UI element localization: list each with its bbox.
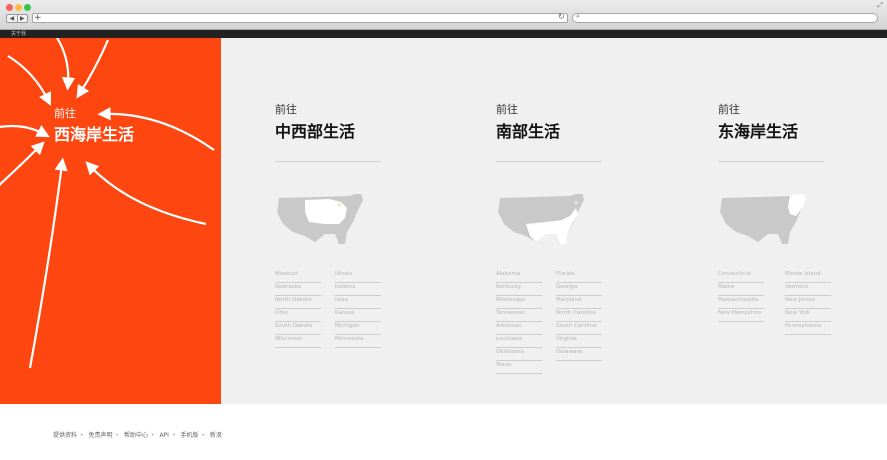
state-link[interactable]: Wisconsin <box>275 335 321 348</box>
hero-title: 西海岸生活 <box>54 125 135 144</box>
state-link[interactable]: Massachusetts <box>718 296 764 309</box>
state-link[interactable]: New Jersey <box>785 296 831 309</box>
state-link[interactable]: Kansas <box>335 309 381 322</box>
state-link[interactable]: South Dakota <box>275 322 321 335</box>
region-prefix: 前往 <box>275 103 297 116</box>
state-link[interactable]: Iowa <box>335 296 381 309</box>
footer-link[interactable]: 手机版 <box>180 432 198 439</box>
separator: • <box>80 432 84 439</box>
state-link[interactable]: South Carolina <box>556 322 602 335</box>
separator: • <box>150 432 155 439</box>
state-link[interactable]: Mississippi <box>496 296 542 309</box>
state-link[interactable]: Maryland <box>556 296 602 309</box>
region-title[interactable]: 东海岸生活 <box>718 118 798 142</box>
state-link[interactable]: Ohio <box>275 309 321 322</box>
reload-icon[interactable]: ↻ <box>558 12 565 21</box>
state-link[interactable]: Georgia <box>556 283 602 296</box>
divider <box>275 161 381 162</box>
state-link[interactable]: New York <box>785 309 831 322</box>
fullscreen-icon[interactable]: ⤢ <box>877 1 883 10</box>
state-link[interactable]: Indiana <box>335 283 381 296</box>
footer-link[interactable]: 新浪 <box>210 432 222 439</box>
footer-links: 提供资料 • 免责声明 • 帮助中心 • API • 手机版 • 新浪 <box>53 430 225 439</box>
plus-icon[interactable]: + <box>34 13 42 23</box>
state-link[interactable]: Tennessee <box>496 309 542 322</box>
state-link[interactable]: Minnesota <box>335 335 381 348</box>
separator: • <box>115 432 120 439</box>
state-link[interactable]: Delaware <box>556 348 602 361</box>
bookmark-item[interactable]: 关于我 <box>11 30 26 38</box>
bookmark-bar: 关于我 <box>0 30 887 38</box>
state-link[interactable]: North Carolina <box>556 309 602 322</box>
region-title[interactable]: 中西部生活 <box>275 118 355 142</box>
minimize-window-button[interactable] <box>15 4 22 11</box>
search-field[interactable] <box>572 13 878 23</box>
back-button[interactable]: ◀ <box>7 15 18 22</box>
region-prefix: 前往 <box>718 103 740 116</box>
converging-arrows-graphic <box>0 38 215 369</box>
browser-toolbar: ⤢ ◀ ▶ + ↻ ⌕ <box>0 0 887 30</box>
state-link[interactable]: Virginia <box>556 335 602 348</box>
us-map-midwest-highlight <box>277 194 363 244</box>
divider <box>718 161 824 162</box>
history-navigation: ◀ ▶ <box>6 14 28 23</box>
state-link[interactable]: Oklahoma <box>496 348 542 361</box>
state-link[interactable]: Louisiana <box>496 335 542 348</box>
state-link[interactable]: Vermont <box>785 283 831 296</box>
zoom-window-button[interactable] <box>24 4 31 11</box>
separator: • <box>201 432 205 439</box>
hero-prefix: 前往 <box>54 107 76 120</box>
footer-link[interactable]: 帮助中心 <box>124 432 148 439</box>
state-link[interactable]: Texas <box>496 361 542 374</box>
separator: • <box>171 432 176 439</box>
footer-link[interactable]: 免责声明 <box>88 432 112 439</box>
state-link[interactable]: Missouri <box>275 270 321 283</box>
state-link[interactable]: Nebraska <box>275 283 321 296</box>
state-link[interactable]: Pennsylvania <box>785 322 831 335</box>
close-window-button[interactable] <box>6 4 13 11</box>
state-link[interactable]: Arkansas <box>496 322 542 335</box>
footer-link[interactable]: API <box>159 432 169 439</box>
search-icon: ⌕ <box>576 12 580 20</box>
us-map-east-highlight <box>720 194 806 244</box>
state-link[interactable]: New Hampshire <box>718 309 764 322</box>
us-map-south-highlight <box>498 194 584 244</box>
forward-button[interactable]: ▶ <box>18 15 28 22</box>
main-content: 前往 西海岸生活 前往 中西部生活 Missouri Nebraska Nort… <box>0 38 887 404</box>
state-link[interactable]: Illinois <box>335 270 381 283</box>
state-link[interactable]: Michigan <box>335 322 381 335</box>
state-link[interactable]: Rhode Island <box>785 270 831 283</box>
address-bar[interactable] <box>32 13 568 23</box>
state-link[interactable]: North Dakota <box>275 296 321 309</box>
region-title[interactable]: 南部生活 <box>496 118 560 142</box>
footer-link[interactable]: 提供资料 <box>53 432 77 439</box>
state-link[interactable]: Florida <box>556 270 602 283</box>
state-link[interactable]: Alabama <box>496 270 542 283</box>
state-link[interactable]: Maine <box>718 283 764 296</box>
state-link[interactable]: Kentucky <box>496 283 542 296</box>
west-coast-hero[interactable]: 前往 西海岸生活 <box>0 38 221 404</box>
region-prefix: 前往 <box>496 103 518 116</box>
divider <box>496 161 602 162</box>
state-link[interactable]: Connecticut <box>718 270 764 283</box>
